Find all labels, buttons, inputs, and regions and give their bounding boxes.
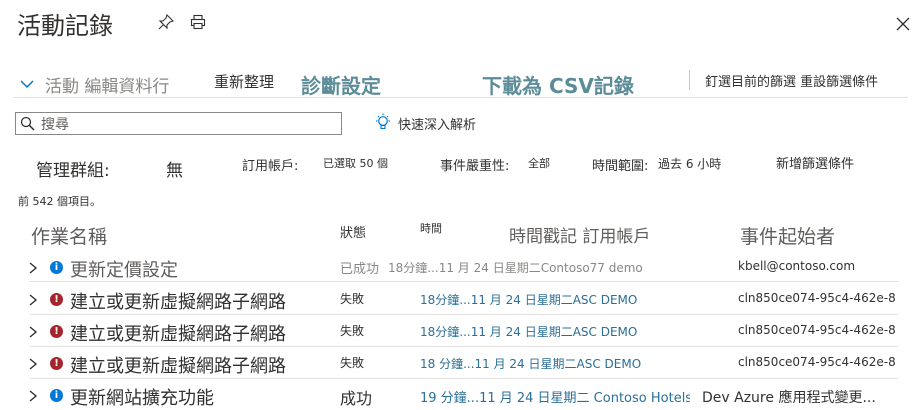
diagnostic-settings-button[interactable]: 診斷設定 bbox=[301, 70, 381, 99]
chevron-right-icon[interactable] bbox=[28, 356, 38, 370]
subscription-filter[interactable]: 已選取 50 個 bbox=[323, 155, 388, 171]
error-icon: ! bbox=[50, 357, 63, 370]
column-header-initiator[interactable]: 事件起始者 bbox=[740, 222, 835, 249]
column-header-status[interactable]: 狀態 bbox=[340, 222, 366, 241]
management-group-filter[interactable]: 無 bbox=[166, 156, 183, 181]
table-row[interactable]: ! 建立或更新虛擬網路子網路 失敗 18分鐘...11 月 24 日星期二ASC DE… bbox=[0, 318, 922, 347]
operation-name[interactable]: 更新定價設定 bbox=[70, 256, 178, 282]
info-icon: i bbox=[50, 389, 63, 402]
status-value: 成功 bbox=[340, 389, 373, 408]
page-title: 活動記錄 bbox=[17, 12, 113, 40]
event-initiator[interactable]: cln850ce074-95c4-462e-8... bbox=[738, 355, 896, 369]
operation-name[interactable]: 建立或更新虛擬網路子網路 bbox=[70, 288, 286, 314]
search-icon bbox=[20, 116, 35, 131]
status-value: 失敗 bbox=[340, 324, 365, 338]
refresh-button[interactable]: 重新整理 bbox=[214, 71, 274, 92]
chevron-down-icon[interactable] bbox=[20, 74, 34, 89]
management-group-label: 管理群組: bbox=[36, 161, 110, 181]
info-icon: i bbox=[50, 261, 63, 274]
row-divider bbox=[30, 346, 898, 347]
table-row[interactable]: ! 建立或更新虛擬網路子網路 失敗 18分鐘...11 月 24 日星期二ASC DE… bbox=[0, 286, 922, 315]
row-divider bbox=[30, 378, 898, 379]
event-initiator[interactable]: cln850ce074-95c4-462e-8... bbox=[738, 323, 896, 337]
column-header-time[interactable]: 時間 bbox=[420, 220, 442, 236]
timespan-label: 時間範圍: bbox=[592, 159, 649, 174]
print-icon[interactable] bbox=[190, 14, 206, 30]
event-initiator[interactable]: kbell@contoso.com bbox=[738, 259, 896, 273]
severity-label: 事件嚴重性: bbox=[440, 159, 510, 174]
error-icon: ! bbox=[50, 293, 63, 306]
quick-insights-button[interactable]: 快速深入解析 bbox=[398, 114, 476, 133]
chevron-right-icon[interactable] bbox=[28, 292, 38, 306]
timestamp-subscription[interactable]: 18分鐘...11 月 24 日星期二ASC DEMO bbox=[420, 323, 637, 340]
close-icon[interactable] bbox=[896, 16, 910, 31]
operation-name[interactable]: 建立或更新虛擬網路子網路 bbox=[70, 352, 286, 378]
timestamp-subscription[interactable]: 19 分鐘...11 月 24 日星期二 Contoso Hotels - bbox=[420, 387, 690, 406]
status-value: 失敗 bbox=[340, 356, 365, 370]
status-value: 已成功 bbox=[340, 262, 380, 277]
pin-reset-filters-button[interactable]: 釘選目前的篩選 重設篩選條件 bbox=[705, 71, 878, 90]
timespan-filter[interactable]: 過去 6 小時 bbox=[658, 155, 721, 172]
table-row[interactable]: i 更新定價設定 已成功 18分鐘...11 月 24 日星期二Contoso77 d… bbox=[0, 254, 922, 282]
download-csv-button[interactable]: 下載為 CSV記錄 bbox=[482, 70, 634, 99]
operation-name[interactable]: 建立或更新虛擬網路子網路 bbox=[70, 320, 286, 346]
subscription-label: 訂用帳戶: bbox=[242, 159, 299, 174]
timestamp-subscription[interactable]: 18 分鐘...11 月 24 日星期二ASC DEMO bbox=[420, 355, 641, 372]
pin-icon[interactable] bbox=[158, 13, 175, 30]
operation-name[interactable]: 更新網站擴充功能 bbox=[70, 384, 214, 410]
column-header-timestamp-subscription[interactable]: 時間戳記 訂用帳戶 bbox=[509, 222, 650, 247]
chevron-right-icon[interactable] bbox=[28, 260, 38, 274]
timestamp-subscription[interactable]: 18分鐘...11 月 24 日星期二Contoso77 demo bbox=[388, 259, 643, 276]
toolbar-underline bbox=[14, 97, 908, 98]
chevron-right-icon[interactable] bbox=[28, 388, 38, 402]
activity-columns-button[interactable]: 活動 編輯資料行 bbox=[45, 72, 169, 97]
chevron-right-icon[interactable] bbox=[28, 324, 38, 338]
search-input[interactable]: 搜尋 bbox=[41, 114, 69, 134]
event-initiator[interactable]: Dev Azure 應用程式變更... bbox=[702, 387, 896, 407]
row-divider bbox=[30, 314, 898, 315]
status-value: 失敗 bbox=[340, 292, 365, 306]
search-box[interactable]: 搜尋 bbox=[15, 112, 342, 135]
severity-filter[interactable]: 全部 bbox=[528, 155, 550, 171]
row-divider bbox=[30, 281, 898, 282]
result-count: 前 542 個項目。 bbox=[18, 195, 101, 208]
table-row[interactable]: ! 建立或更新虛擬網路子網路 失敗 18 分鐘...11 月 24 日星期二ASC D… bbox=[0, 350, 922, 379]
lightbulb-icon bbox=[374, 113, 392, 133]
error-icon: ! bbox=[50, 325, 63, 338]
add-filter-button[interactable]: 新增篩選條件 bbox=[776, 153, 854, 172]
table-row[interactable]: i 更新網站擴充功能 成功 19 分鐘...11 月 24 日星期二 Contoso … bbox=[0, 382, 922, 410]
timestamp-subscription[interactable]: 18分鐘...11 月 24 日星期二ASC DEMO bbox=[420, 291, 637, 308]
event-initiator[interactable]: cln850ce074-95c4-462e-8... bbox=[738, 291, 896, 305]
column-header-operation[interactable]: 作業名稱 bbox=[31, 222, 107, 249]
toolbar-divider bbox=[689, 70, 690, 90]
